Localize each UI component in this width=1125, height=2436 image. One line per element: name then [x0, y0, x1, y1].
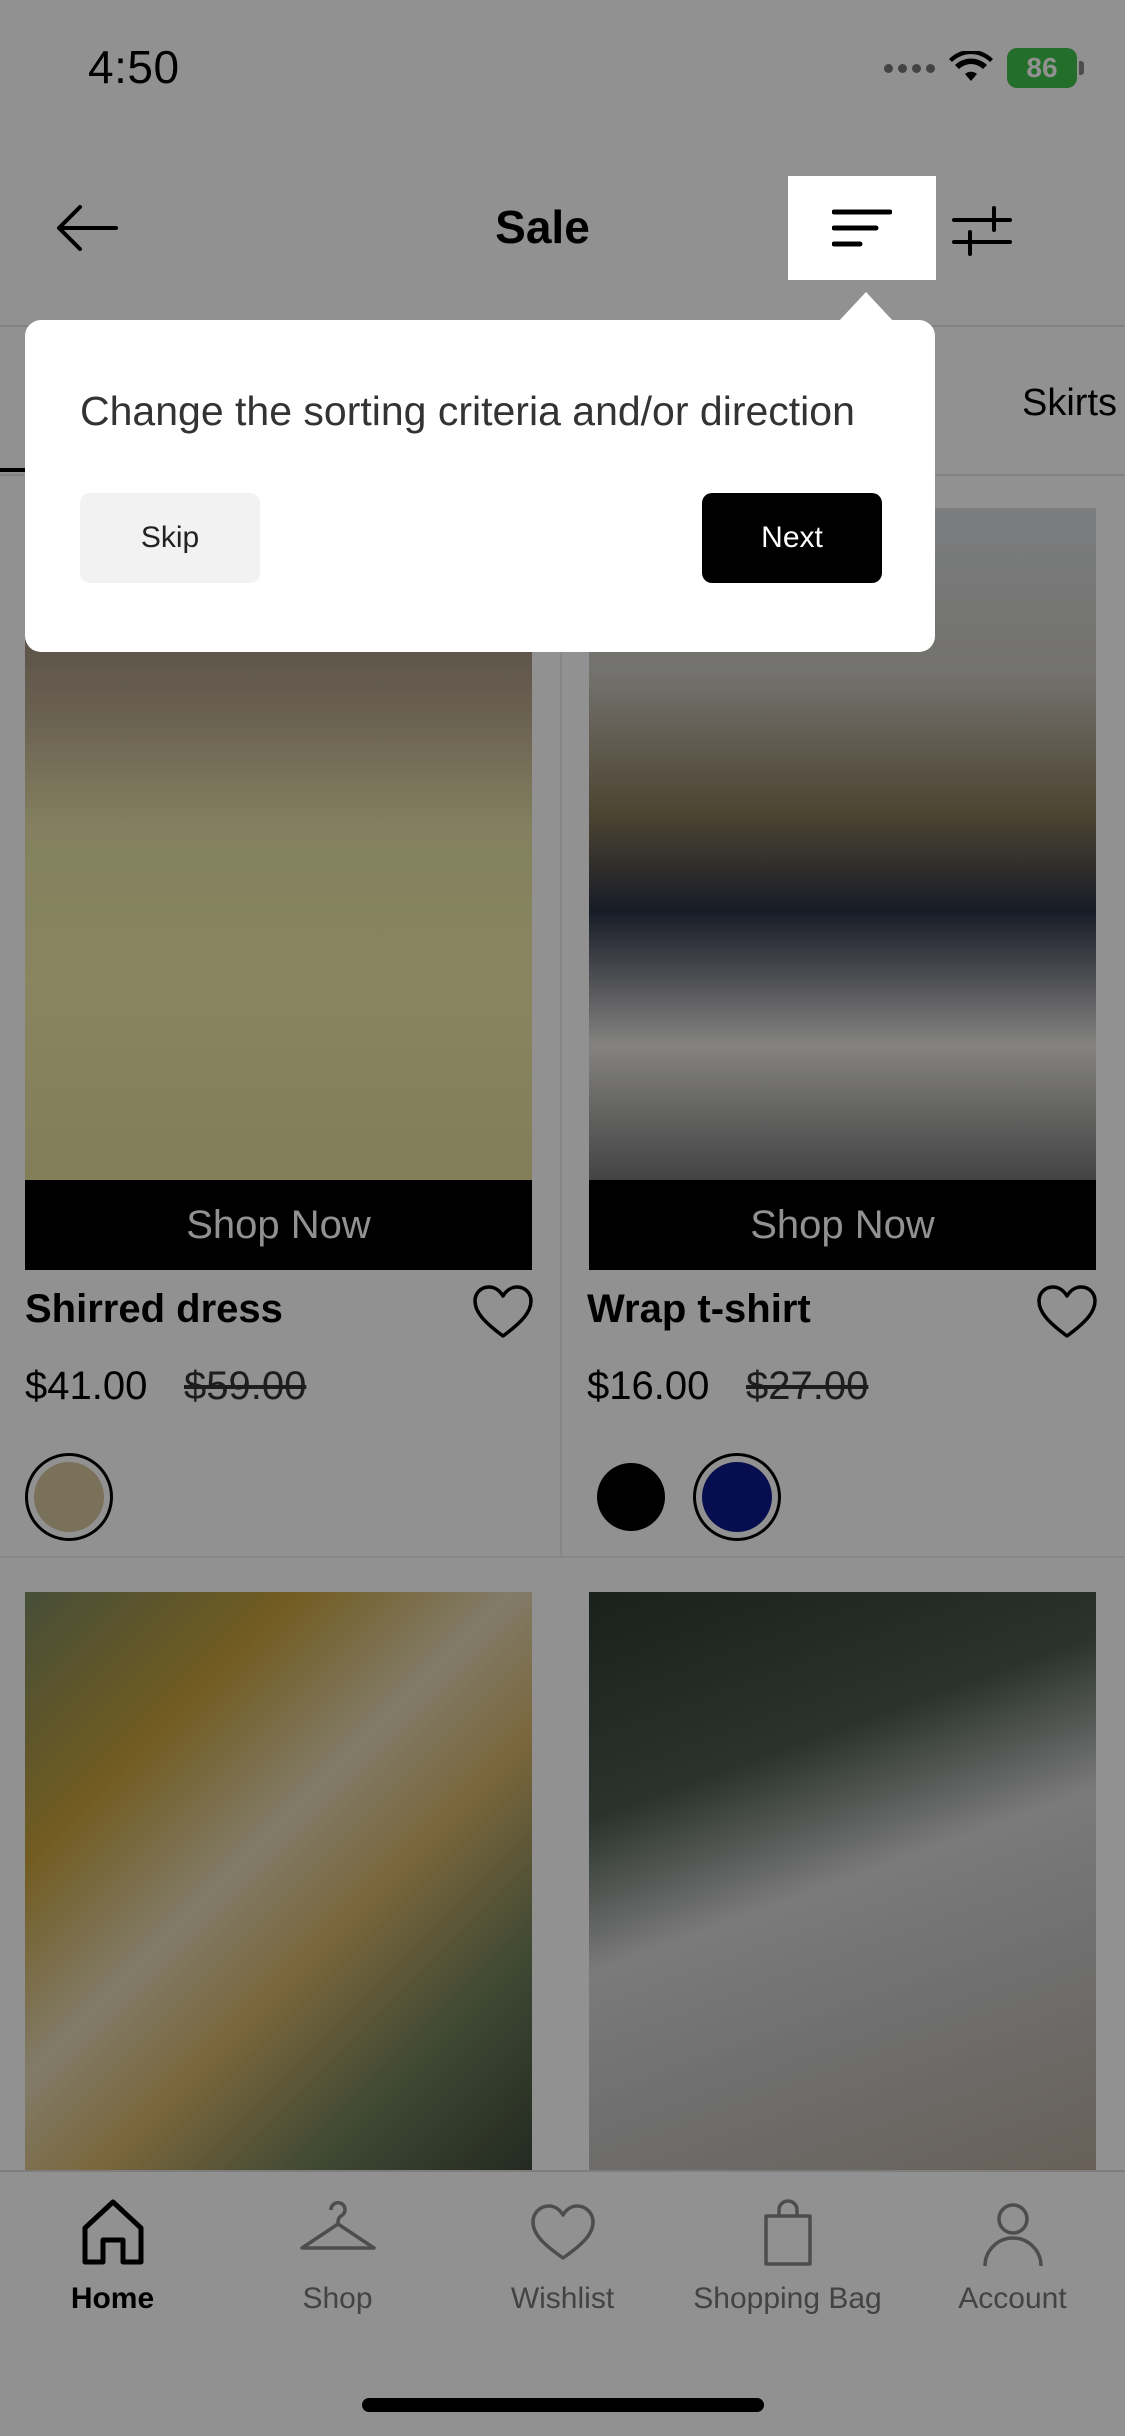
skip-button[interactable]: Skip — [80, 493, 260, 583]
home-indicator — [362, 2398, 764, 2412]
next-button[interactable]: Next — [702, 493, 882, 583]
sort-icon — [832, 209, 892, 247]
tooltip-text: Change the sorting criteria and/or direc… — [80, 388, 855, 434]
sort-button[interactable] — [788, 176, 936, 280]
onboarding-tooltip: Change the sorting criteria and/or direc… — [25, 320, 935, 652]
tooltip-arrow — [838, 292, 894, 322]
